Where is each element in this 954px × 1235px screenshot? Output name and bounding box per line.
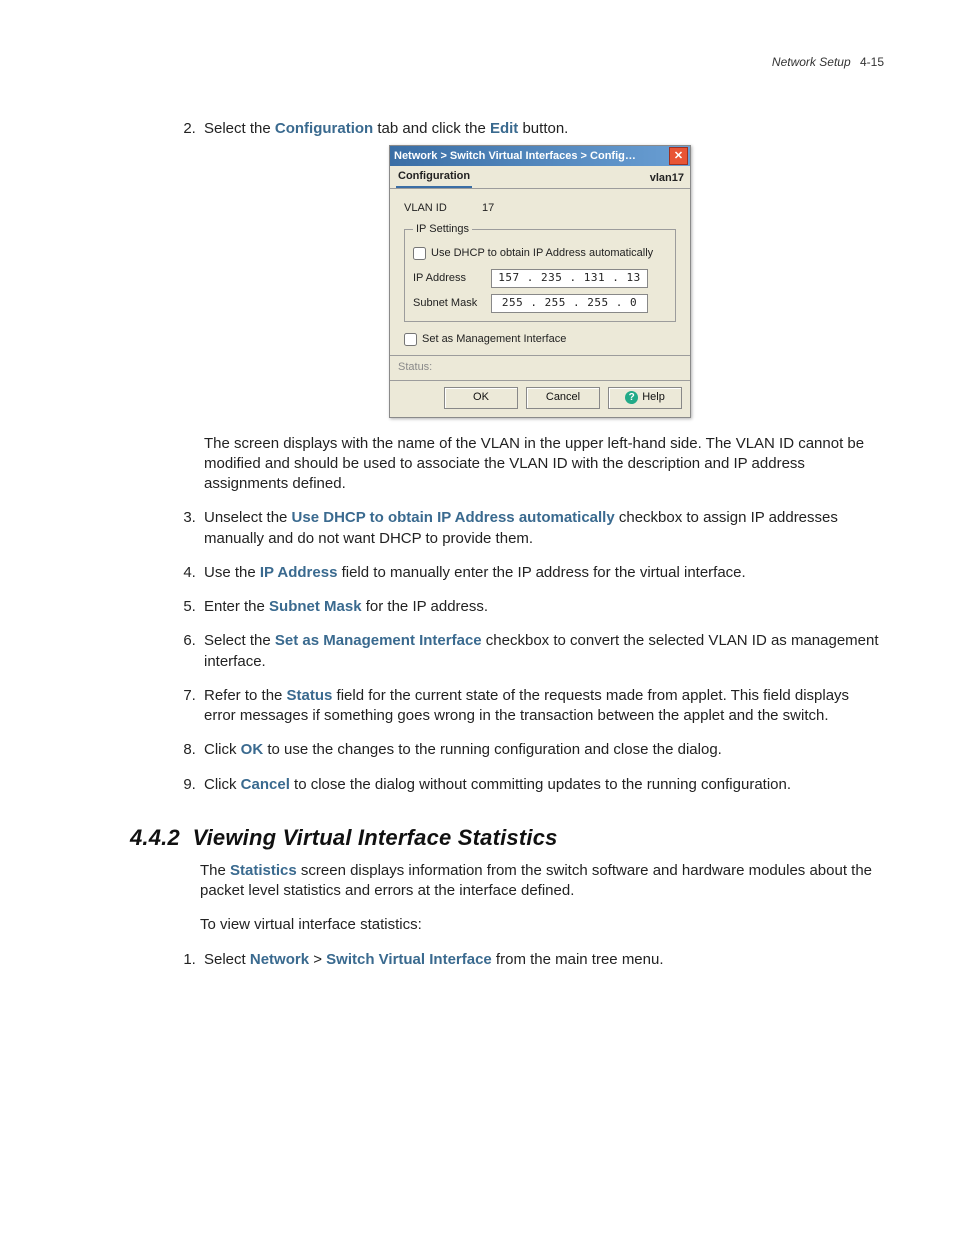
- ip-address-row: IP Address 157 . 235 . 131 . 13: [413, 269, 667, 288]
- mgmt-term: Set as Management Interface: [275, 632, 482, 649]
- vlan-id-value: 17: [482, 201, 494, 216]
- text: Click: [204, 776, 241, 793]
- text: Refer to the: [204, 687, 287, 704]
- section-paragraph-2: To view virtual interface statistics:: [200, 915, 884, 935]
- dhcp-label: Use DHCP to obtain IP Address automatica…: [431, 246, 653, 261]
- subnet-value: 255 . 255 . 255 . 0: [502, 296, 637, 311]
- window-title: Network > Switch Virtual Interfaces > Co…: [394, 149, 669, 164]
- step-6: Select the Set as Management Interface c…: [200, 631, 884, 672]
- section-paragraph-1: The Statistics screen displays informati…: [200, 861, 884, 902]
- help-button[interactable]: ? Help: [608, 387, 682, 409]
- dhcp-term: Use DHCP to obtain IP Address automatica…: [292, 509, 615, 526]
- tab-bar: Configuration vlan17: [390, 166, 690, 189]
- text: Click: [204, 741, 241, 758]
- step-1: Select Network > Switch Virtual Interfac…: [200, 950, 884, 970]
- cancel-term: Cancel: [241, 776, 290, 793]
- text: Unselect the: [204, 509, 292, 526]
- dhcp-checkbox[interactable]: [413, 247, 426, 260]
- network-term: Network: [250, 951, 309, 968]
- page-header: Network Setup 4-15: [130, 55, 884, 69]
- dialog-body: VLAN ID 17 IP Settings Use DHCP to obtai…: [390, 189, 690, 354]
- dialog-screenshot: Network > Switch Virtual Interfaces > Co…: [389, 145, 884, 417]
- subnet-label: Subnet Mask: [413, 296, 491, 311]
- header-page: 4-15: [860, 55, 884, 69]
- ok-button-label: OK: [473, 390, 489, 405]
- vlan-id-label: VLAN ID: [404, 201, 482, 216]
- text: Select the: [204, 632, 275, 649]
- dhcp-checkbox-row[interactable]: Use DHCP to obtain IP Address automatica…: [413, 246, 667, 261]
- text: Enter the: [204, 598, 269, 615]
- text: The: [200, 862, 230, 879]
- button-row: OK Cancel ? Help: [390, 381, 690, 417]
- page: Network Setup 4-15 Select the Configurat…: [0, 0, 954, 1030]
- edit-label: Edit: [490, 120, 518, 137]
- ip-address-field[interactable]: 157 . 235 . 131 . 13: [491, 269, 648, 288]
- procedure-steps-bottom: Select Network > Switch Virtual Interfac…: [130, 950, 884, 970]
- text: to use the changes to the running config…: [263, 741, 722, 758]
- section-heading: 4.4.2 Viewing Virtual Interface Statisti…: [130, 825, 884, 851]
- ip-settings-legend: IP Settings: [413, 222, 472, 237]
- configuration-label: Configuration: [275, 120, 373, 137]
- text: Select: [204, 951, 250, 968]
- step-2: Select the Configuration tab and click t…: [200, 119, 884, 494]
- statistics-term: Statistics: [230, 862, 297, 879]
- ip-address-label: IP Address: [413, 271, 491, 286]
- text: to close the dialog without committing u…: [290, 776, 791, 793]
- status-term: Status: [287, 687, 333, 704]
- step-9: Click Cancel to close the dialog without…: [200, 775, 884, 795]
- ip-address-value: 157 . 235 . 131 . 13: [498, 271, 640, 286]
- text: screen displays information from the swi…: [200, 862, 872, 899]
- mgmt-checkbox-row[interactable]: Set as Management Interface: [404, 332, 676, 347]
- step-3: Unselect the Use DHCP to obtain IP Addre…: [200, 508, 884, 549]
- cancel-button-label: Cancel: [546, 390, 580, 405]
- mgmt-checkbox[interactable]: [404, 333, 417, 346]
- ok-term: OK: [241, 741, 264, 758]
- status-bar: Status:: [390, 355, 690, 381]
- subnet-field[interactable]: 255 . 255 . 255 . 0: [491, 294, 648, 313]
- text: button.: [518, 120, 568, 137]
- step-5: Enter the Subnet Mask for the IP address…: [200, 597, 884, 617]
- text: >: [309, 951, 326, 968]
- text: Use the: [204, 564, 260, 581]
- text: for the IP address.: [362, 598, 488, 615]
- tab-configuration[interactable]: Configuration: [396, 169, 472, 188]
- close-icon[interactable]: ✕: [669, 147, 688, 165]
- section-title: Viewing Virtual Interface Statistics: [193, 825, 558, 850]
- section-number: 4.4.2: [130, 825, 180, 850]
- subnet-row: Subnet Mask 255 . 255 . 255 . 0: [413, 294, 667, 313]
- step-2-explanation: The screen displays with the name of the…: [204, 434, 884, 495]
- cancel-button[interactable]: Cancel: [526, 387, 600, 409]
- title-bar: Network > Switch Virtual Interfaces > Co…: [390, 146, 690, 166]
- step-8: Click OK to use the changes to the runni…: [200, 740, 884, 760]
- text: tab and click the: [373, 120, 490, 137]
- status-label: Status:: [398, 361, 432, 373]
- ipaddr-term: IP Address: [260, 564, 338, 581]
- help-icon: ?: [625, 391, 638, 404]
- mgmt-label: Set as Management Interface: [422, 332, 566, 347]
- svi-term: Switch Virtual Interface: [326, 951, 492, 968]
- text: field to manually enter the IP address f…: [337, 564, 745, 581]
- ok-button[interactable]: OK: [444, 387, 518, 409]
- config-dialog: Network > Switch Virtual Interfaces > Co…: [389, 145, 691, 417]
- help-button-label: Help: [642, 390, 665, 405]
- text: Select the: [204, 120, 275, 137]
- step-4: Use the IP Address field to manually ent…: [200, 563, 884, 583]
- vlan-id-row: VLAN ID 17: [404, 201, 676, 216]
- ip-settings-fieldset: IP Settings Use DHCP to obtain IP Addres…: [404, 222, 676, 322]
- text: from the main tree menu.: [492, 951, 664, 968]
- header-section: Network Setup: [772, 55, 851, 69]
- procedure-steps-top: Select the Configuration tab and click t…: [130, 119, 884, 795]
- vlan-name-label: vlan17: [650, 171, 684, 188]
- subnet-term: Subnet Mask: [269, 598, 362, 615]
- step-7: Refer to the Status field for the curren…: [200, 686, 884, 727]
